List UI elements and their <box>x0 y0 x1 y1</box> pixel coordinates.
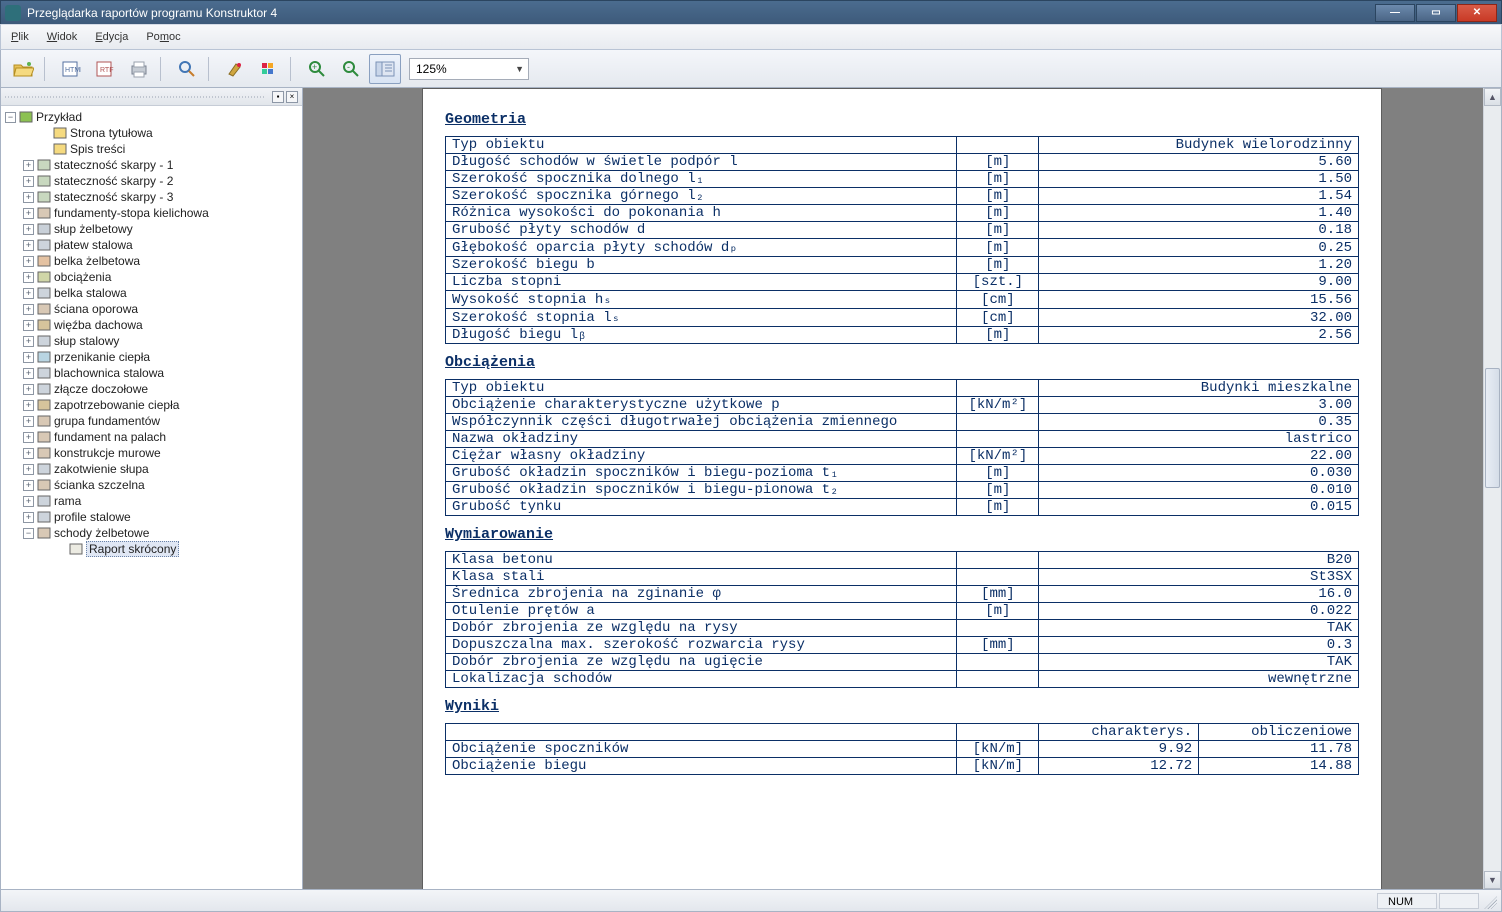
tree-item[interactable]: +stateczność skarpy - 3 <box>3 189 300 205</box>
svg-text:-: - <box>347 62 350 72</box>
svg-text:HTML: HTML <box>65 67 81 74</box>
scroll-down-button[interactable]: ▼ <box>1484 871 1501 889</box>
minimize-button[interactable]: — <box>1375 4 1415 22</box>
section-wyniki: Wyniki <box>445 698 1359 715</box>
tree-item[interactable]: −schody żelbetowe <box>3 525 300 541</box>
window-title: Przeglądarka raportów programu Konstrukt… <box>27 6 1374 20</box>
tree-item[interactable]: Spis treści <box>3 141 300 157</box>
statusbar: NUM <box>0 890 1502 912</box>
layout-button[interactable] <box>369 54 401 84</box>
tree-item[interactable]: +zapotrzebowanie ciepła <box>3 397 300 413</box>
export-html-button[interactable]: HTML <box>55 54 87 84</box>
scroll-up-button[interactable]: ▲ <box>1484 88 1501 106</box>
resize-grip[interactable] <box>1481 893 1497 909</box>
menu-view[interactable]: Widok <box>47 31 78 43</box>
zoom-value: 125% <box>416 62 447 76</box>
menubar: Plik Widok Edycja Pomoc <box>0 24 1502 50</box>
tree-item[interactable]: +obciążenia <box>3 269 300 285</box>
tree-item[interactable]: +belka żelbetowa <box>3 253 300 269</box>
find-button[interactable] <box>171 54 203 84</box>
table-obciazenia: Typ obiektuBudynki mieszkalneObciążenie … <box>445 379 1359 516</box>
tree-item[interactable]: +belka stalowa <box>3 285 300 301</box>
scroll-thumb[interactable] <box>1485 368 1500 488</box>
tree-item[interactable]: +blachownica stalowa <box>3 365 300 381</box>
table-wymiarowanie: Klasa betonuB20Klasa staliSt3SXŚrednica … <box>445 551 1359 688</box>
tree-item[interactable]: +grupa fundamentów <box>3 413 300 429</box>
tree-item[interactable]: +zakotwienie słupa <box>3 461 300 477</box>
section-geometria: Geometria <box>445 111 1359 128</box>
menu-help[interactable]: Pomoc <box>146 31 180 43</box>
section-obciazenia: Obciążenia <box>445 354 1359 371</box>
app-icon <box>5 5 21 21</box>
tree-item[interactable]: +słup żelbetowy <box>3 221 300 237</box>
menu-file[interactable]: Plik <box>11 31 29 43</box>
toolbar: HTML RTF + - 125% ▼ <box>0 50 1502 88</box>
print-button[interactable] <box>123 54 155 84</box>
tree-item[interactable]: +konstrukcje murowe <box>3 445 300 461</box>
tree-item[interactable]: +ścianka szczelna <box>3 477 300 493</box>
open-button[interactable] <box>7 54 39 84</box>
report-viewer[interactable]: Geometria Typ obiektuBudynek wielorodzin… <box>303 88 1501 889</box>
tree-header: ▪ × <box>1 88 302 106</box>
titlebar: Przeglądarka raportów programu Konstrukt… <box>0 0 1502 24</box>
section-wymiarowanie: Wymiarowanie <box>445 526 1359 543</box>
tree-item[interactable]: +profile stalowe <box>3 509 300 525</box>
tree-item[interactable]: +słup stalowy <box>3 333 300 349</box>
report-page: Geometria Typ obiektuBudynek wielorodzin… <box>422 88 1382 889</box>
zoom-combo[interactable]: 125% ▼ <box>409 58 529 80</box>
tree-item[interactable]: +stateczność skarpy - 1 <box>3 157 300 173</box>
chevron-down-icon: ▼ <box>515 64 524 74</box>
tree-pane: ▪ × −PrzykładStrona tytułowaSpis treści+… <box>1 88 303 889</box>
status-cell-empty <box>1439 893 1479 909</box>
colors-button[interactable] <box>253 54 285 84</box>
tree-item[interactable]: +fundament na palach <box>3 429 300 445</box>
status-num: NUM <box>1377 893 1437 909</box>
tree-item[interactable]: +ściana oporowa <box>3 301 300 317</box>
svg-text:+: + <box>312 62 317 72</box>
tree-pin-button[interactable]: ▪ <box>272 91 284 103</box>
highlight-button[interactable] <box>219 54 251 84</box>
vertical-scrollbar[interactable]: ▲ ▼ <box>1483 88 1501 889</box>
tree-item[interactable]: Raport skrócony <box>3 541 300 557</box>
table-geometria: Typ obiektuBudynek wielorodzinnyDługość … <box>445 136 1359 344</box>
export-rtf-button[interactable]: RTF <box>89 54 121 84</box>
tree-item[interactable]: +płatew stalowa <box>3 237 300 253</box>
tree-item[interactable]: +przenikanie ciepła <box>3 349 300 365</box>
tree-root[interactable]: −Przykład <box>3 109 300 125</box>
zoom-out-button[interactable]: - <box>335 54 367 84</box>
tree-item[interactable]: +fundamenty-stopa kielichowa <box>3 205 300 221</box>
tree-item[interactable]: +więźba dachowa <box>3 317 300 333</box>
tree-close-button[interactable]: × <box>286 91 298 103</box>
zoom-in-button[interactable]: + <box>301 54 333 84</box>
svg-text:RTF: RTF <box>100 67 113 74</box>
tree-item[interactable]: Strona tytułowa <box>3 125 300 141</box>
table-wyniki: charakterys.obliczenioweObciążenie spocz… <box>445 723 1359 775</box>
tree-item[interactable]: +stateczność skarpy - 2 <box>3 173 300 189</box>
menu-edit[interactable]: Edycja <box>95 31 128 43</box>
close-button[interactable]: ✕ <box>1457 4 1497 22</box>
tree-item[interactable]: +złącze doczołowe <box>3 381 300 397</box>
tree-item[interactable]: +rama <box>3 493 300 509</box>
maximize-button[interactable]: ▭ <box>1416 4 1456 22</box>
tree[interactable]: −PrzykładStrona tytułowaSpis treści+stat… <box>1 106 302 889</box>
